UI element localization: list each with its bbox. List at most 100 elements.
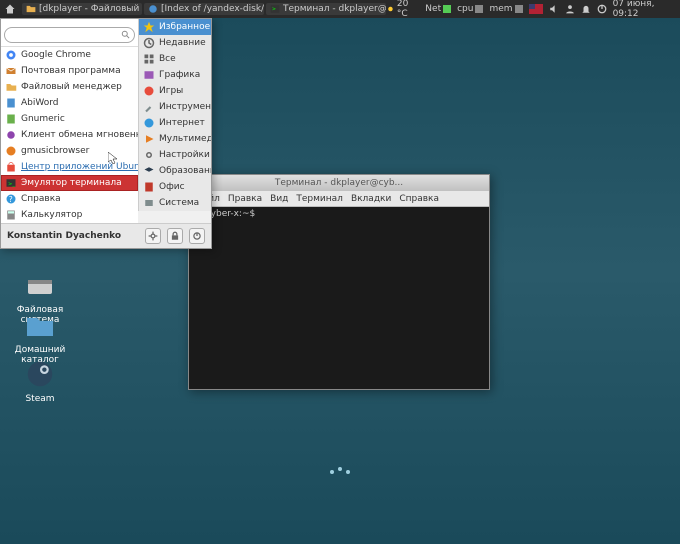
cpu-indicator[interactable]: cpu (457, 4, 483, 14)
category-item-all[interactable]: Все (139, 51, 211, 67)
games-icon (143, 85, 155, 97)
menu-item-help[interactable]: ?Справка (1, 191, 138, 207)
category-label: Система (159, 198, 199, 208)
menu-item-folder[interactable]: Файловый менеджер (1, 79, 138, 95)
menu-item-label: Файловый менеджер (21, 82, 122, 92)
top-panel: [dkplayer - Файловый ме... [Index of /ya… (0, 0, 680, 18)
terminal-menubar: Файл Правка Вид Терминал Вкладки Справка (189, 191, 489, 207)
menu-search-row (1, 19, 138, 47)
category-item-edu[interactable]: Образование (139, 163, 211, 179)
menu-item-label: Клиент обмена мгновенными со... (21, 130, 138, 140)
home-icon[interactable] (4, 3, 16, 15)
menu-view[interactable]: Вид (270, 194, 288, 204)
mail-icon (5, 65, 17, 77)
menu-item-label: Центр приложений Ubuntu (21, 162, 138, 172)
category-item-tools[interactable]: Инструменты (139, 99, 211, 115)
category-label: Инструменты (159, 102, 211, 112)
menu-user-label: Konstantin Dyachenko (7, 231, 121, 241)
power-icon[interactable] (597, 4, 607, 14)
task-item[interactable]: [Index of /yandex-disk/ - G... (144, 3, 264, 15)
menu-item-terminal[interactable]: >_Эмулятор терминала (1, 175, 138, 191)
task-item[interactable]: [dkplayer - Файловый ме... (22, 3, 142, 15)
category-label: Образование (159, 166, 211, 176)
cursor-icon (108, 152, 120, 164)
task-label: [Index of /yandex-disk/ - G... (161, 4, 264, 14)
net-icon (443, 5, 451, 13)
lock-button[interactable] (167, 228, 183, 244)
user-icon[interactable] (565, 4, 575, 14)
lock-icon (170, 231, 180, 241)
category-item-media[interactable]: Мультимедиа (139, 131, 211, 147)
menu-item-mail[interactable]: Почтовая программа (1, 63, 138, 79)
all-icon (143, 53, 155, 65)
gear-icon (148, 231, 158, 241)
menu-item-chrome[interactable]: Google Chrome (1, 47, 138, 63)
mem-icon (515, 5, 523, 13)
svg-text:>_: >_ (8, 181, 15, 187)
search-input[interactable] (4, 27, 135, 43)
keyboard-layout[interactable] (529, 4, 543, 14)
category-item-system[interactable]: Система (139, 195, 211, 211)
terminal-icon: >_ (5, 177, 17, 189)
category-item-recent[interactable]: Недавние (139, 35, 211, 51)
svg-text:>: > (272, 6, 276, 12)
category-label: Мультимедиа (159, 134, 211, 144)
menu-item-doc[interactable]: AbiWord (1, 95, 138, 111)
category-label: Офис (159, 182, 185, 192)
music-icon (5, 145, 17, 157)
chrome-icon (5, 49, 17, 61)
chat-icon (5, 129, 17, 141)
menu-edit[interactable]: Правка (228, 194, 262, 204)
category-item-settings[interactable]: Настройки (139, 147, 211, 163)
volume-icon[interactable] (549, 4, 559, 14)
logout-button[interactable] (189, 228, 205, 244)
menu-tabs[interactable]: Вкладки (351, 194, 391, 204)
net-indicator[interactable]: Net (425, 4, 451, 14)
category-item-office[interactable]: Офис (139, 179, 211, 195)
mem-indicator[interactable]: mem (489, 4, 522, 14)
desktop-icon-label: Steam (10, 394, 70, 404)
loading-spinner (330, 470, 350, 474)
calc-icon (5, 209, 17, 221)
menu-item-label: Почтовая программа (21, 66, 121, 76)
menu-item-label: Gnumeric (21, 114, 65, 124)
menu-item-label: Google Chrome (21, 50, 91, 60)
category-label: Графика (159, 70, 200, 80)
notifications-icon[interactable] (581, 4, 591, 14)
tools-icon (143, 101, 155, 113)
terminal-body[interactable]: r@cyber-x:~$ (189, 207, 489, 389)
menu-item-sheet[interactable]: Gnumeric (1, 111, 138, 127)
terminal-icon: > (270, 4, 280, 14)
task-label: Терминал - dkplayer@cyb... (283, 4, 386, 14)
menu-item-label: Справка (21, 194, 61, 204)
net-icon (143, 117, 155, 129)
star-icon (143, 21, 155, 33)
settings-button[interactable] (145, 228, 161, 244)
category-item-gfx[interactable]: Графика (139, 67, 211, 83)
window-titlebar[interactable]: Терминал - dkplayer@cyb... (189, 175, 489, 191)
menu-terminal[interactable]: Терминал (296, 194, 343, 204)
weather-indicator[interactable]: 20 °C (386, 0, 419, 19)
desktop-icon-steam[interactable]: Steam (10, 358, 70, 404)
folder-icon (26, 4, 36, 14)
category-label: Игры (159, 86, 183, 96)
category-label: Интернет (159, 118, 205, 128)
category-label: Избранное (159, 22, 210, 32)
category-item-net[interactable]: Интернет (139, 115, 211, 131)
cpu-icon (475, 5, 483, 13)
bag-icon (5, 161, 17, 173)
clock[interactable]: 07 июня, 09:12 (613, 0, 676, 19)
menu-help[interactable]: Справка (399, 194, 439, 204)
terminal-window[interactable]: Терминал - dkplayer@cyb... Файл Правка В… (188, 174, 490, 390)
gfx-icon (143, 69, 155, 81)
recent-icon (143, 37, 155, 49)
category-item-games[interactable]: Игры (139, 83, 211, 99)
task-item[interactable]: > Терминал - dkplayer@cyb... (266, 3, 386, 15)
category-item-star[interactable]: Избранное (139, 19, 211, 35)
system-tray: 20 °C Net cpu mem 07 июня, 09:12 (386, 0, 676, 19)
settings-icon (143, 149, 155, 161)
menu-item-calc[interactable]: Калькулятор (1, 207, 138, 223)
power-icon (192, 231, 202, 241)
menu-item-label: AbiWord (21, 98, 59, 108)
menu-item-chat[interactable]: Клиент обмена мгновенными со... (1, 127, 138, 143)
